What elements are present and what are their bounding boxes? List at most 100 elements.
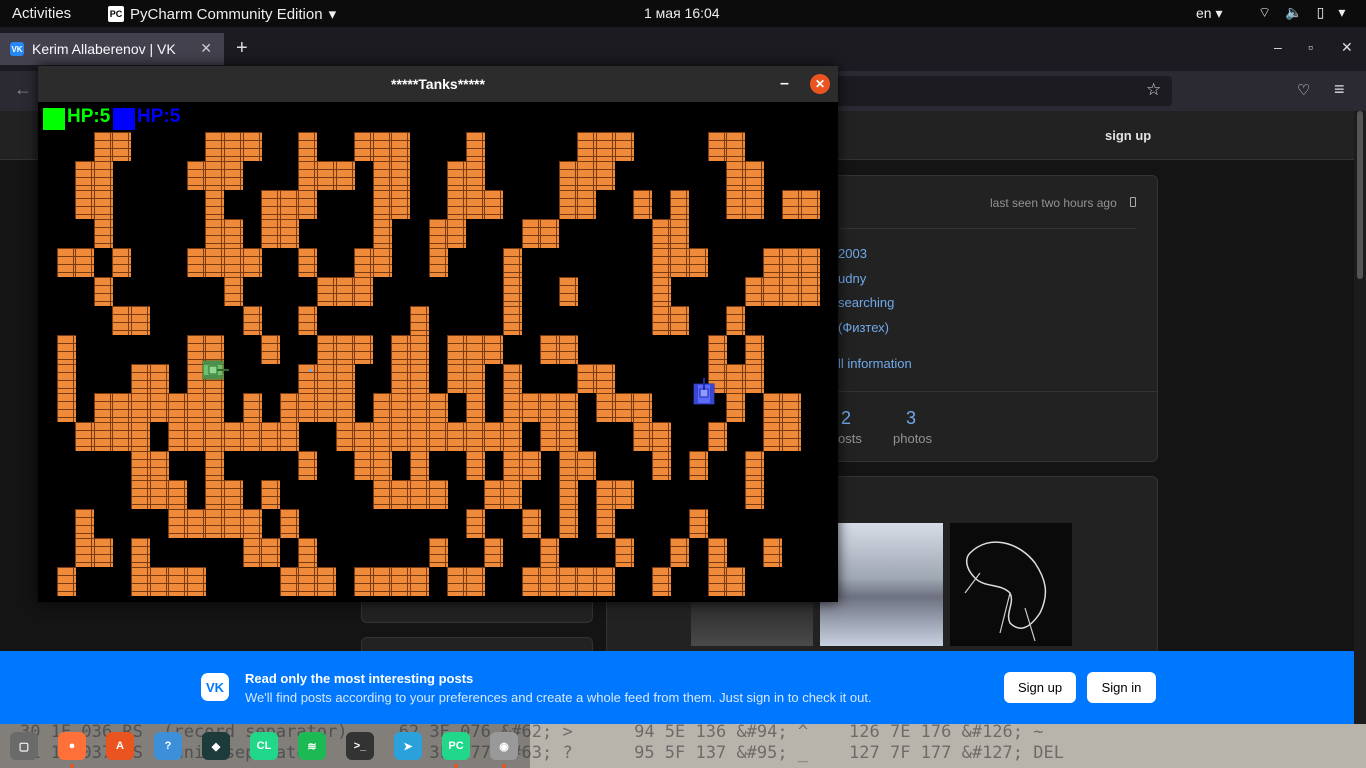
pycharm-icon[interactable]: PC <box>442 732 470 760</box>
help-icon[interactable]: ? <box>154 732 182 760</box>
game-canvas[interactable]: HP:5 HP:5 <box>38 102 838 602</box>
brick-wall <box>596 364 615 393</box>
brick-wall <box>112 422 132 451</box>
sign-up-link[interactable]: sign up <box>1105 128 1151 143</box>
clock[interactable]: 1 мая 16:04 <box>644 5 720 21</box>
brick-wall <box>596 509 615 538</box>
tanks-game-window[interactable]: *****Tanks***** – ✕ HP:5 HP:5 <box>38 66 838 602</box>
brick-wall <box>75 509 95 538</box>
brick-wall <box>596 567 615 596</box>
brick-wall <box>131 538 150 567</box>
brick-wall <box>726 161 746 190</box>
firefox-icon[interactable]: ● <box>58 732 86 760</box>
close-icon[interactable]: ✕ <box>810 74 830 94</box>
url-bar[interactable] <box>830 76 1172 106</box>
game-title-bar[interactable]: *****Tanks***** – ✕ <box>38 66 838 102</box>
software-icon[interactable]: A <box>106 732 134 760</box>
system-top-bar: Activities PC PyCharm Community Edition … <box>0 0 1366 27</box>
files-icon[interactable]: ▢ <box>10 732 38 760</box>
player2-color-marker <box>113 108 135 130</box>
brick-wall <box>56 335 76 364</box>
brick-wall <box>428 422 448 451</box>
brick-wall <box>317 277 336 306</box>
brick-wall <box>354 451 374 480</box>
brick-wall <box>503 422 522 451</box>
brick-wall <box>558 422 578 451</box>
info-line-3[interactable]: searching <box>838 295 894 310</box>
minimize-window-icon[interactable]: – <box>1274 39 1282 55</box>
photo-thumbnail[interactable] <box>691 601 813 646</box>
brick-wall <box>261 480 281 509</box>
tab-vk-profile[interactable]: VK Kerim Allaberenov | VK ✕ <box>0 33 224 65</box>
brick-wall <box>614 538 634 567</box>
info-line-4[interactable]: (Физтех) <box>838 320 889 335</box>
brick-wall <box>317 393 336 422</box>
brick-wall <box>298 364 318 393</box>
brick-wall <box>242 132 262 161</box>
back-arrow-icon[interactable]: ← <box>14 79 32 100</box>
scrollbar-thumb[interactable] <box>1357 111 1363 279</box>
close-tab-icon[interactable]: ✕ <box>200 40 212 57</box>
photo-thumbnail[interactable] <box>820 523 943 646</box>
brick-wall <box>726 132 746 161</box>
brick-wall <box>465 567 485 596</box>
telegram-icon[interactable]: ➤ <box>394 732 422 760</box>
brick-wall <box>633 422 653 451</box>
brick-wall <box>391 422 411 451</box>
vk-logo-icon: VK <box>201 673 229 701</box>
brick-wall <box>354 567 374 596</box>
brick-wall <box>261 190 281 219</box>
spotify-icon[interactable]: ≋ <box>298 732 326 760</box>
new-tab-button[interactable]: + <box>236 37 248 60</box>
volume-icon: 🔈 <box>1285 4 1303 20</box>
brick-wall <box>744 335 764 364</box>
brick-wall <box>242 248 262 277</box>
brick-wall <box>484 538 504 567</box>
brick-wall <box>93 219 113 248</box>
info-line-1[interactable]: 2003 <box>838 246 867 261</box>
posts-count[interactable]: 2 <box>841 408 851 429</box>
brick-wall <box>558 451 578 480</box>
close-window-icon[interactable]: ✕ <box>1341 39 1353 56</box>
brick-wall <box>633 190 653 219</box>
photo-thumbnail[interactable] <box>950 523 1072 646</box>
maximize-window-icon[interactable]: ▫ <box>1308 39 1313 55</box>
brick-wall <box>186 248 206 277</box>
brick-wall <box>744 364 764 393</box>
brick-wall <box>131 364 150 393</box>
brick-wall <box>707 422 727 451</box>
brick-wall <box>131 306 150 335</box>
brick-wall <box>521 509 541 538</box>
language-indicator[interactable]: en ▾ <box>1196 5 1223 22</box>
activities-button[interactable]: Activities <box>12 5 71 22</box>
brick-wall <box>56 393 76 422</box>
full-information-link[interactable]: ll information <box>838 356 912 371</box>
brick-wall <box>503 451 522 480</box>
chevron-down-icon: ▾ <box>1338 4 1346 20</box>
minimize-icon[interactable]: – <box>780 66 789 102</box>
brick-wall <box>224 132 243 161</box>
clion-icon[interactable]: CL <box>250 732 278 760</box>
brick-wall <box>633 393 653 422</box>
info-line-2[interactable]: udny <box>838 271 866 286</box>
brick-wall <box>186 422 206 451</box>
brick-wall <box>707 567 727 596</box>
brick-wall <box>279 567 299 596</box>
bookmark-star-icon[interactable]: ☆ <box>1146 80 1161 100</box>
gitkraken-icon[interactable]: ◆ <box>202 732 230 760</box>
brick-wall <box>93 277 113 306</box>
hamburger-menu-icon[interactable]: ≡ <box>1334 79 1345 100</box>
photos-count[interactable]: 3 <box>906 408 916 429</box>
image-viewer-icon[interactable]: ◉ <box>490 732 518 760</box>
brick-wall <box>744 190 764 219</box>
system-tray[interactable]: ⌔ 🔈 ▯ ▾ <box>1258 4 1345 22</box>
page-scrollbar[interactable] <box>1354 111 1366 724</box>
brick-wall <box>298 451 318 480</box>
sign-up-button[interactable]: Sign up <box>1004 672 1076 703</box>
brick-wall <box>782 190 801 219</box>
sign-in-button[interactable]: Sign in <box>1087 672 1156 703</box>
horse-drawing-icon <box>964 541 1047 642</box>
terminal-icon[interactable]: >_ <box>346 732 374 760</box>
pocket-icon[interactable]: ♡ <box>1297 81 1310 99</box>
app-menu[interactable]: PC PyCharm Community Edition ▾ <box>108 5 336 23</box>
